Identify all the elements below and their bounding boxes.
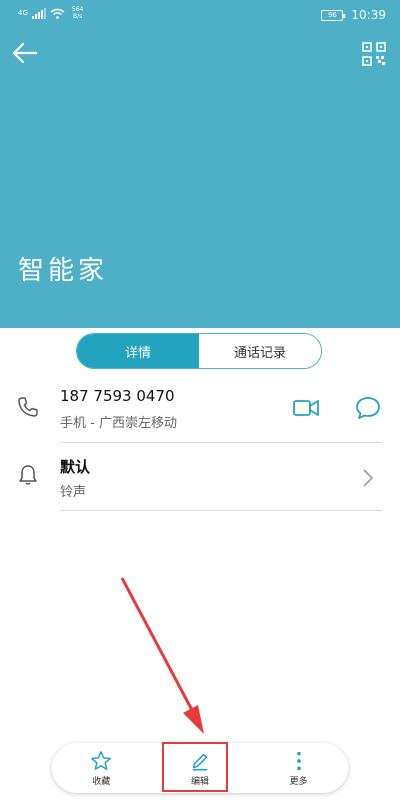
clock: 10:39 — [351, 8, 386, 22]
phone-number[interactable]: 187 7593 0470 — [60, 387, 175, 405]
bell-icon — [19, 465, 37, 485]
star-icon — [91, 750, 112, 770]
more-button[interactable]: 更多 — [249, 743, 348, 793]
phone-row[interactable]: 187 7593 0470 手机 - 广西崇左移动 — [0, 380, 400, 442]
battery-icon: 96 — [321, 9, 346, 21]
more-label: 更多 — [289, 776, 308, 787]
tab-call-log[interactable]: 通话记录 — [199, 334, 321, 368]
signal-icon — [31, 7, 46, 19]
divider — [60, 442, 382, 443]
chevron-right-icon[interactable] — [362, 468, 374, 488]
status-bar: 4G 564 B/s 96 10:39 — [0, 0, 400, 30]
favorite-button[interactable]: 收藏 — [52, 743, 151, 793]
back-arrow-icon[interactable] — [10, 40, 40, 66]
video-call-icon[interactable] — [293, 398, 319, 418]
network-type: 4G — [18, 9, 28, 17]
wifi-icon — [50, 8, 65, 19]
ringtone-label: 铃声 — [60, 485, 87, 500]
tab-switcher: 详情 通话记录 — [76, 333, 322, 369]
contact-header: 4G 564 B/s 96 10:39 智能家 — [0, 0, 400, 328]
more-vertical-icon — [296, 751, 301, 770]
edit-highlight-box — [162, 742, 228, 792]
qr-code-icon[interactable] — [362, 42, 386, 66]
contact-name: 智能家 — [18, 256, 109, 286]
ringtone-value: 默认 — [60, 458, 91, 476]
network-speed: 564 B/s — [71, 6, 84, 20]
annotation-arrowhead — [183, 705, 204, 734]
phone-type-location: 手机 - 广西崇左移动 — [60, 416, 177, 431]
divider — [60, 510, 382, 511]
phone-icon — [18, 397, 38, 417]
tab-details[interactable]: 详情 — [77, 334, 199, 368]
message-icon[interactable] — [355, 396, 381, 420]
favorite-label: 收藏 — [92, 776, 111, 787]
ringtone-row[interactable]: 默认 铃声 — [0, 448, 400, 510]
